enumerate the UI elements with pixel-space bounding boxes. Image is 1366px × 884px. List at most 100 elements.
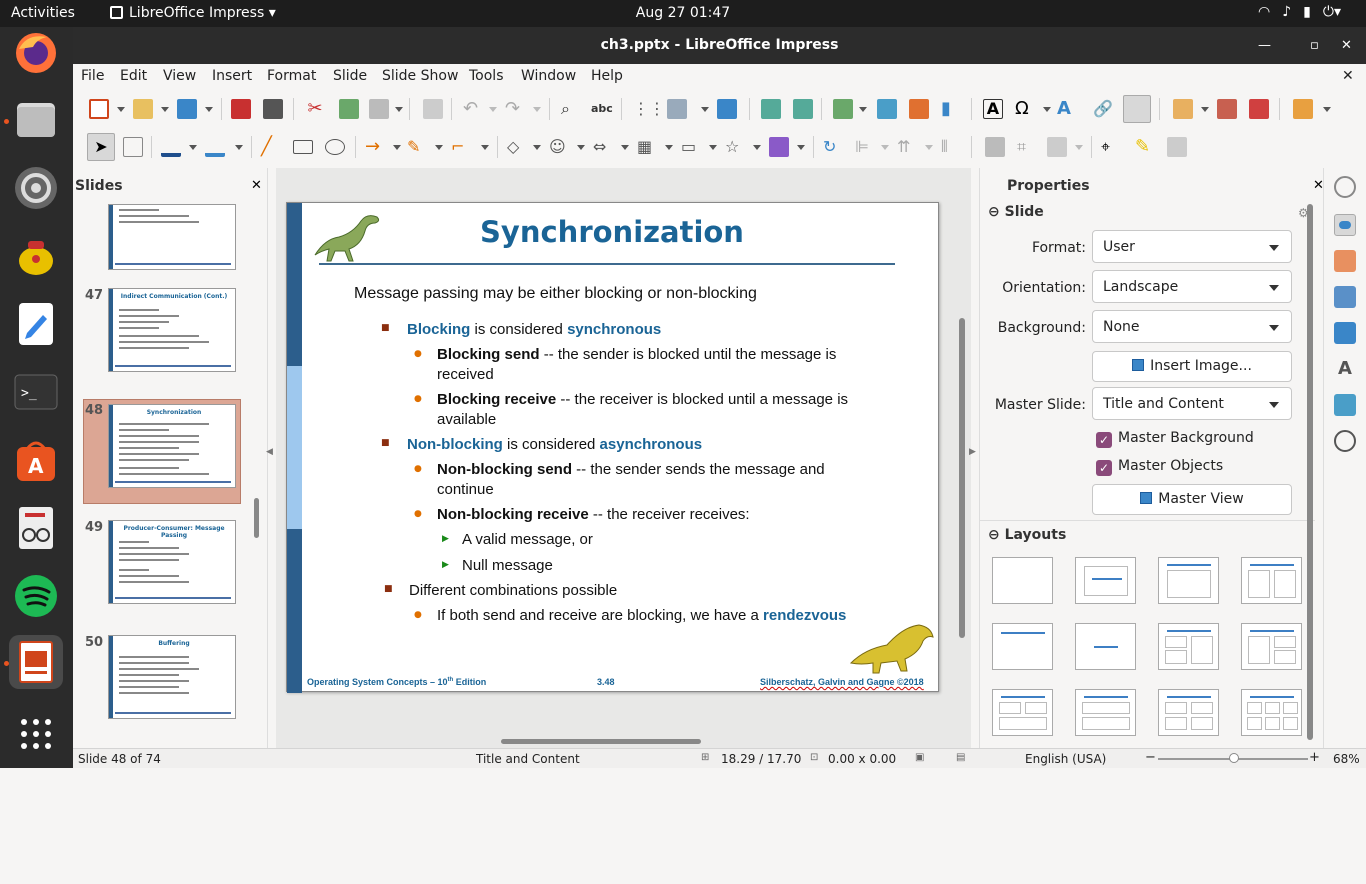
orientation-dropdown[interactable]: Landscape [1092, 270, 1292, 303]
layout-title-content-over-content[interactable] [1075, 689, 1136, 736]
lines-arrows-icon[interactable]: → [365, 137, 385, 157]
format-dropdown[interactable]: User [1092, 230, 1292, 263]
properties-scrollbar[interactable] [1307, 204, 1313, 740]
document-viewer-icon[interactable] [9, 501, 63, 555]
stars-icon[interactable]: ☆ [725, 137, 745, 157]
layout-title-2-content-over-content[interactable] [992, 689, 1053, 736]
menu-window[interactable]: Window [521, 68, 576, 84]
footer-right[interactable]: Silberschatz, Galvin and Gagne ©2018 [760, 677, 924, 687]
rectangle-icon[interactable] [293, 140, 313, 154]
slide-thumbnail[interactable]: Indirect Communication (Cont.) [108, 288, 236, 372]
zoom-pan-icon[interactable] [123, 137, 143, 157]
hyperlink-icon[interactable]: 🔗 [1093, 99, 1113, 119]
minimize-icon[interactable]: — [1258, 27, 1271, 64]
text-editor-icon[interactable] [9, 297, 63, 351]
grid-icon[interactable]: ⋮⋮ [633, 99, 665, 119]
3d-objects-icon[interactable] [769, 137, 789, 157]
master-slide-icon[interactable] [717, 99, 737, 119]
status-language[interactable]: English (USA) [1025, 752, 1106, 766]
glue-points-icon[interactable]: ✎ [1135, 137, 1155, 157]
callouts-icon[interactable]: ▭ [681, 137, 701, 157]
menu-help[interactable]: Help [591, 68, 623, 84]
connectors-icon[interactable]: ⌐ [451, 137, 471, 157]
menu-slide-show[interactable]: Slide Show [382, 68, 458, 84]
table-icon[interactable] [833, 99, 853, 119]
spelling-icon[interactable]: abc [591, 99, 613, 119]
sidebar-settings-icon[interactable] [1334, 176, 1356, 198]
undo-icon[interactable]: ↶ [463, 99, 483, 119]
new-slide-icon[interactable] [1173, 99, 1193, 119]
bullet-blocking-send[interactable]: Blocking send -- the sender is blocked u… [437, 346, 836, 363]
digital-signature-icon[interactable]: ▤ [956, 752, 965, 763]
terminal-icon[interactable]: >_ [9, 365, 63, 419]
bullet-different-combinations[interactable]: Different combinations possible [409, 582, 617, 599]
special-character-icon[interactable]: Ω [1015, 99, 1035, 119]
sidebar-gallery-icon[interactable] [1334, 394, 1356, 416]
slide-title[interactable]: Synchronization [447, 215, 777, 249]
layout-title-4-content[interactable] [1158, 689, 1219, 736]
software-store-icon[interactable]: A [9, 433, 63, 487]
save-icon[interactable] [177, 99, 197, 119]
spotify-icon[interactable] [9, 569, 63, 623]
bullet-blocking[interactable]: Blocking is considered synchronous [407, 321, 661, 338]
points-icon[interactable]: ⌖ [1101, 137, 1121, 157]
ellipse-icon[interactable] [325, 139, 345, 155]
symbol-shapes-icon[interactable]: ☺ [549, 137, 569, 157]
status-zoom[interactable]: 68% [1333, 752, 1360, 766]
menu-file[interactable]: File [81, 68, 104, 84]
editor-vscroll-thumb[interactable] [959, 318, 965, 638]
menu-tools[interactable]: Tools [469, 68, 504, 84]
editor-hscroll-thumb[interactable] [501, 739, 701, 744]
maximize-icon[interactable]: ▫ [1310, 27, 1319, 64]
clone-formatting-icon[interactable] [423, 99, 443, 119]
shadow-icon[interactable] [985, 137, 1005, 157]
slides-scrollbar[interactable] [253, 344, 261, 884]
curves-icon[interactable]: ✎ [407, 137, 427, 157]
master-background-checkbox[interactable]: ✓ [1096, 432, 1112, 448]
bullet-null-message[interactable]: Null message [462, 557, 553, 574]
bullet-non-blocking-receive[interactable]: Non-blocking receive -- the receiver rec… [437, 506, 750, 523]
menu-format[interactable]: Format [267, 68, 316, 84]
media-icon[interactable] [909, 99, 929, 119]
bullet-blocking-send-cont[interactable]: received [437, 366, 494, 383]
layout-centered-text[interactable] [1075, 623, 1136, 670]
align-icon[interactable]: ⊫ [855, 137, 875, 157]
bullet-rendezvous[interactable]: If both send and receive are blocking, w… [437, 607, 846, 624]
fill-color-icon[interactable] [205, 137, 225, 157]
status-slide[interactable]: Slide 48 of 74 [78, 752, 161, 766]
line-icon[interactable]: ╱ [261, 137, 281, 157]
zoom-slider-handle[interactable] [1229, 753, 1239, 763]
layout-title-content[interactable] [1158, 557, 1219, 604]
show-draw-functions-icon[interactable] [1123, 95, 1151, 123]
slide-thumbnail[interactable]: Buffering [108, 635, 236, 719]
copy-icon[interactable] [339, 99, 359, 119]
master-objects-checkbox[interactable]: ✓ [1096, 460, 1112, 476]
intro-text[interactable]: Message passing may be either blocking o… [354, 285, 757, 303]
impress-icon[interactable] [9, 635, 63, 689]
rotate-icon[interactable]: ↻ [823, 137, 843, 157]
zoom-in-icon[interactable]: + [1309, 750, 1320, 765]
duplicate-slide-icon[interactable] [1217, 99, 1237, 119]
collapse-left-icon[interactable]: ◀ [266, 447, 273, 457]
layout-title-2-content-and-content[interactable] [1158, 623, 1219, 670]
new-presentation-icon[interactable] [89, 99, 109, 119]
footer-slide-number[interactable]: 3.48 [597, 677, 615, 687]
menu-slide[interactable]: Slide [333, 68, 367, 84]
sidebar-styles-icon[interactable]: A [1334, 358, 1356, 380]
bullet-non-blocking-send-cont[interactable]: continue [437, 481, 494, 498]
files-icon[interactable] [9, 93, 63, 147]
redo-icon[interactable]: ↷ [505, 99, 525, 119]
sidebar-master-slides-icon[interactable] [1334, 322, 1356, 344]
section-slide[interactable]: ⊖ Slide [988, 204, 1044, 220]
bullet-blocking-receive-cont[interactable]: available [437, 411, 496, 428]
cut-icon[interactable]: ✂ [305, 99, 325, 119]
find-replace-icon[interactable]: ⌕ [561, 99, 581, 119]
close-document-icon[interactable]: ✕ [1342, 68, 1354, 84]
section-layouts[interactable]: ⊖ Layouts [988, 527, 1066, 543]
menu-view[interactable]: View [163, 68, 196, 84]
firefox-icon[interactable] [9, 27, 63, 81]
master-slide-dropdown[interactable]: Title and Content [1092, 387, 1292, 420]
background-dropdown[interactable]: None [1092, 310, 1292, 343]
arrange-icon[interactable]: ⇈ [897, 137, 917, 157]
layout-title-6-content[interactable] [1241, 689, 1302, 736]
